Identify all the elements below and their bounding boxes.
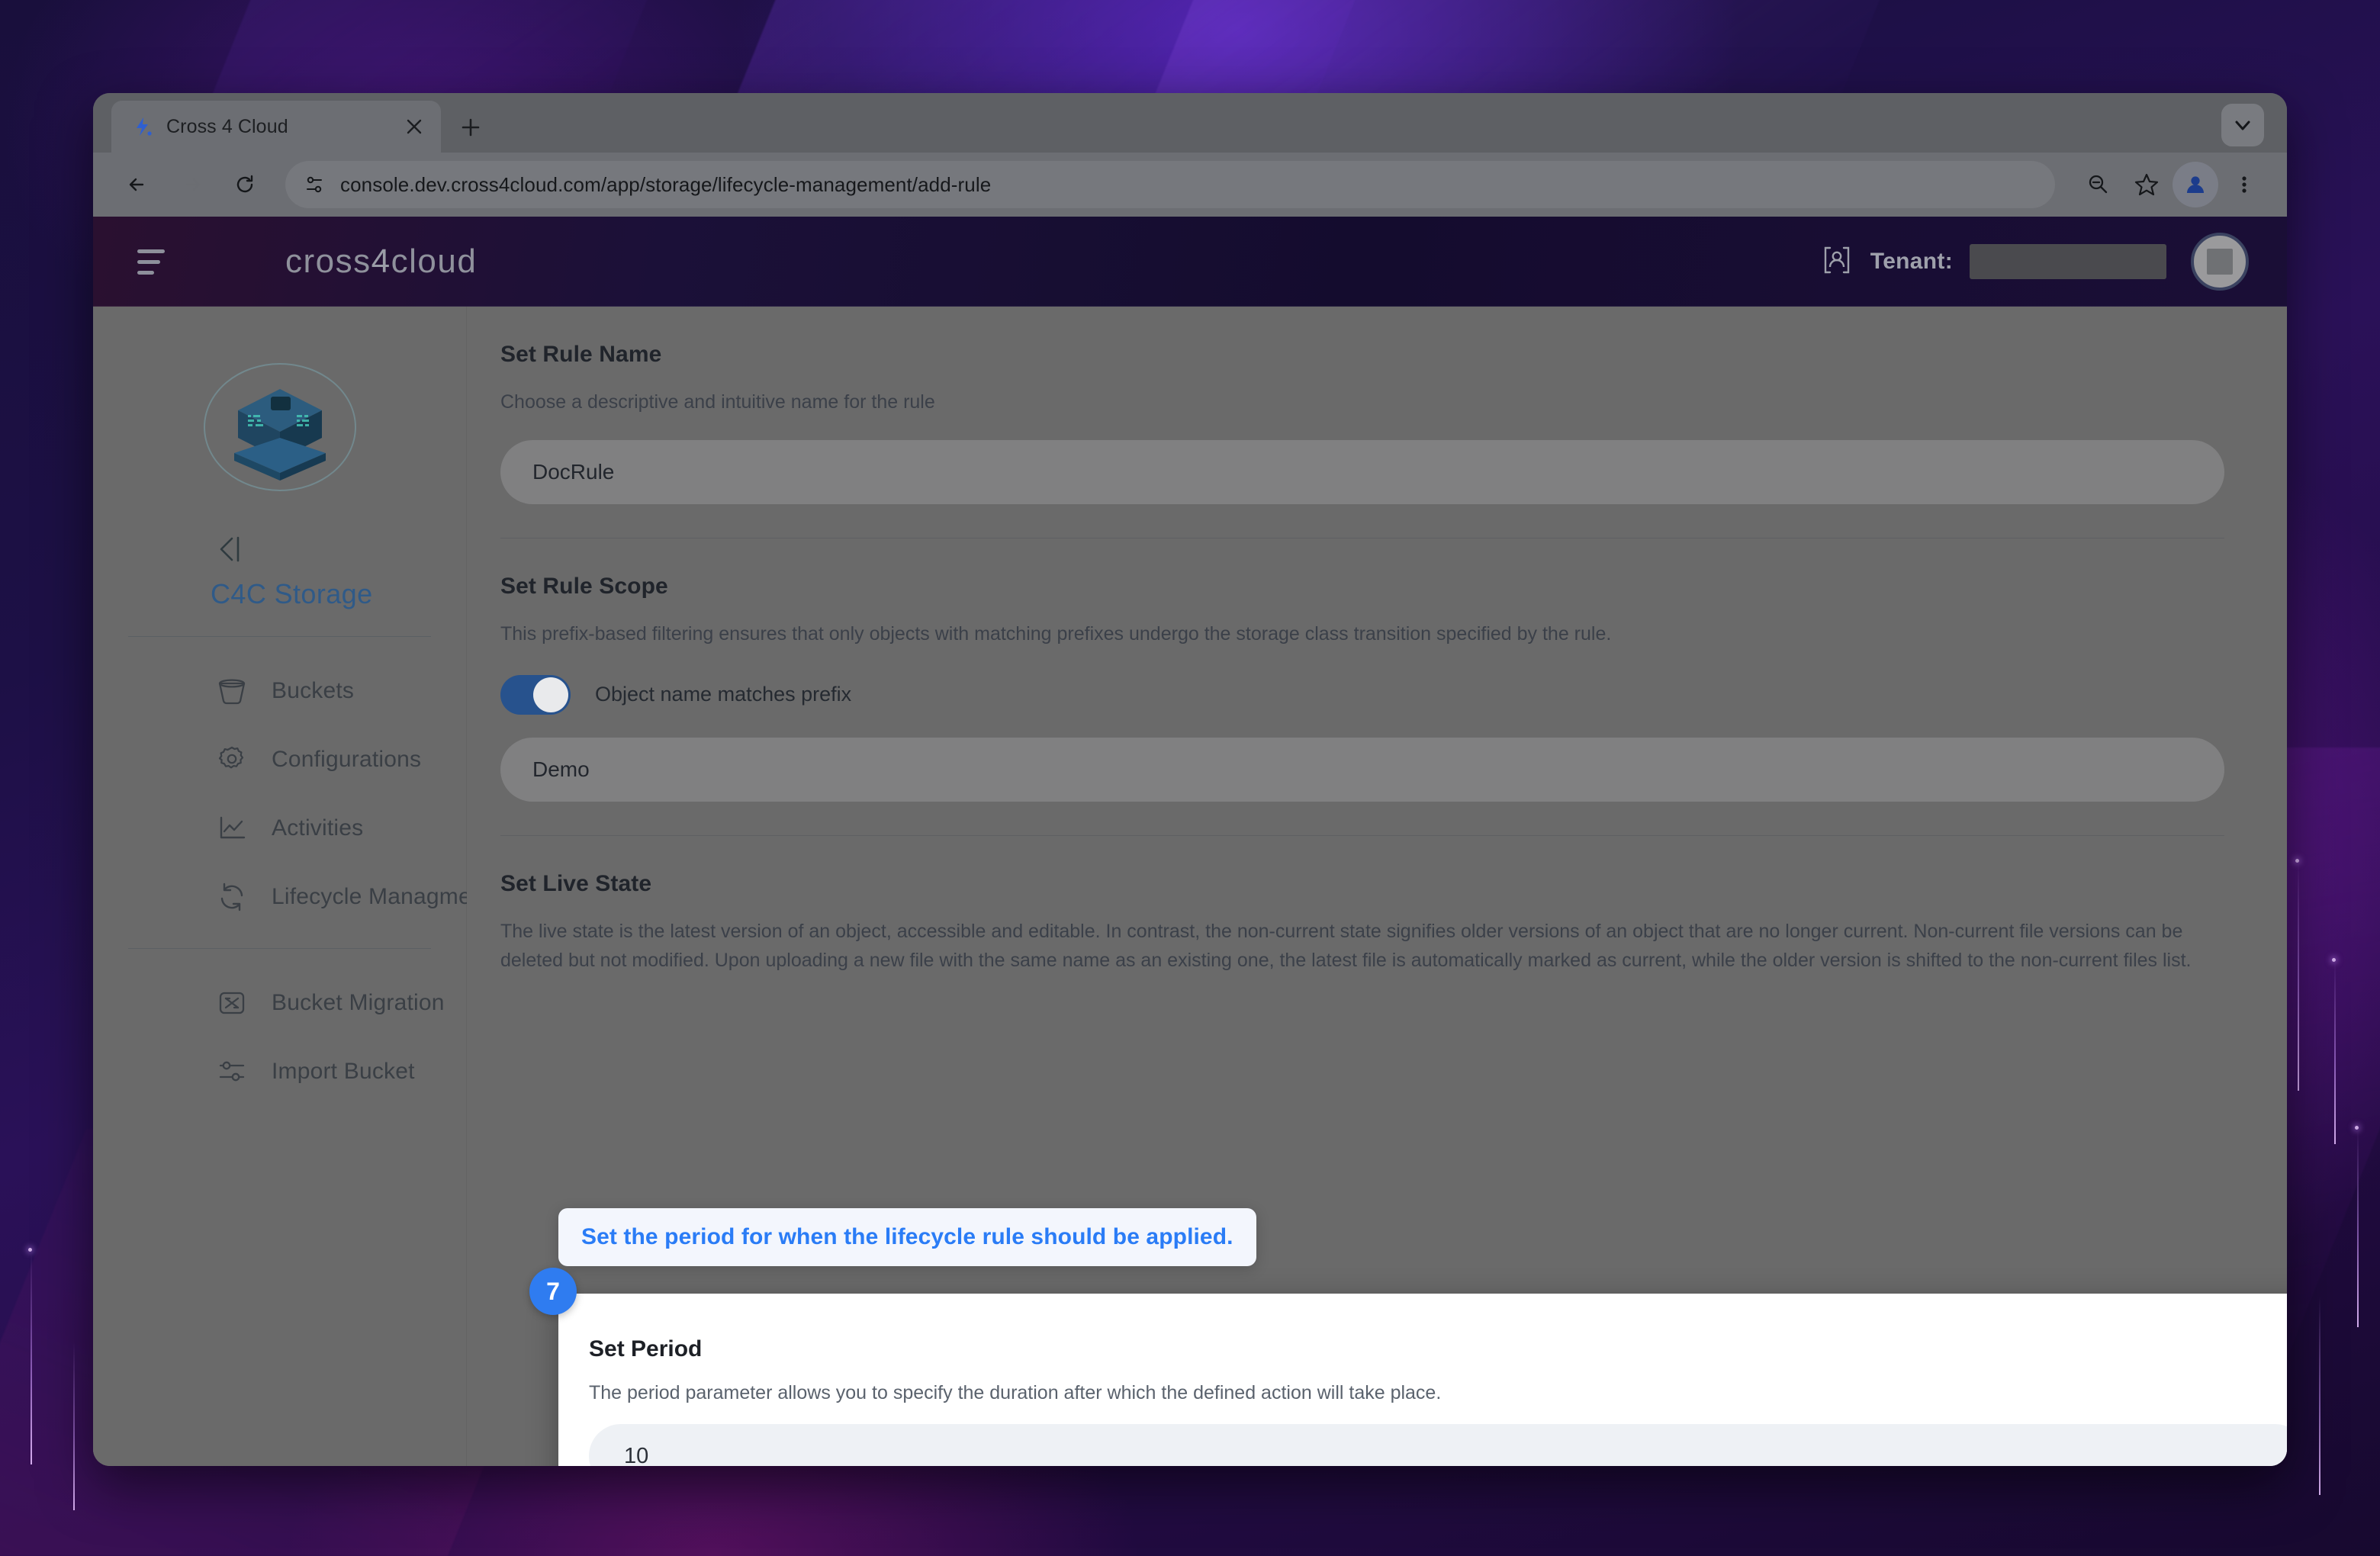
wallpaper-streak — [2357, 1129, 2359, 1327]
section-live-state: Set Live State The live state is the lat… — [500, 834, 2224, 976]
section-description: This prefix-based filtering ensures that… — [500, 622, 1612, 645]
hamburger-menu-icon[interactable] — [137, 240, 180, 283]
prefix-input[interactable]: Demo — [500, 737, 2224, 802]
walkthrough-tooltip-text: Set the period for when the lifecycle ru… — [581, 1224, 1233, 1249]
reload-icon[interactable] — [221, 161, 269, 208]
new-tab-button[interactable] — [450, 107, 491, 148]
three-dots-vertical-icon[interactable] — [2221, 162, 2267, 207]
sidebar-group-secondary: Bucket Migration Import Bucket — [93, 949, 466, 1106]
sidebar-item-label: Buckets — [272, 678, 355, 703]
sidebar-title: C4C Storage — [211, 578, 373, 609]
section-rule-name: Set Rule Name Choose a descriptive and i… — [500, 307, 2224, 538]
app-header: cross 4 cloud Tenant: — [93, 217, 2287, 307]
wallpaper-streak — [2298, 862, 2299, 1091]
avatar-inner — [2207, 249, 2233, 275]
app-body: C4C Storage Buckets Configurations Activ… — [93, 307, 2287, 1466]
section-rule-scope: Set Rule Scope This prefix-based filteri… — [500, 537, 2224, 835]
user-badge-icon — [1820, 243, 1854, 281]
star-icon[interactable] — [2124, 162, 2169, 207]
gear-icon — [215, 743, 249, 776]
wallpaper-dot — [2355, 1126, 2359, 1130]
wallpaper-dot — [2332, 958, 2336, 962]
wallpaper-streak — [31, 1251, 32, 1464]
wallpaper-streak — [2334, 961, 2336, 1144]
form-scroll-area[interactable]: Set Rule Name Choose a descriptive and i… — [467, 307, 2287, 1466]
prefix-toggle-row: Object name matches prefix — [500, 674, 2224, 715]
refresh-cycle-icon — [215, 880, 249, 914]
section-title: Set Rule Name — [500, 342, 662, 367]
rule-name-value: DocRule — [532, 459, 615, 484]
wallpaper-dot — [2295, 859, 2299, 863]
toolbar-actions — [2075, 162, 2267, 207]
period-input[interactable]: 10 — [589, 1424, 2287, 1466]
brand-text-part3: cloud — [391, 243, 478, 280]
person-icon[interactable] — [2173, 162, 2218, 207]
sidebar-item-label: Bucket Migration — [272, 990, 445, 1015]
bucket-icon — [215, 674, 249, 708]
tenant-selector[interactable]: Tenant: — [1820, 243, 2166, 281]
brand-text-part1: cross — [285, 243, 371, 280]
walkthrough-tooltip: Set the period for when the lifecycle ru… — [558, 1208, 1256, 1266]
sliders-icon — [215, 1055, 249, 1088]
arrow-left-icon[interactable] — [114, 161, 162, 208]
browser-tab[interactable]: Cross 4 Cloud — [111, 101, 441, 153]
section-title: Set Period — [589, 1336, 703, 1362]
sidebar-item-configurations[interactable]: Configurations — [93, 725, 466, 794]
section-description: Choose a descriptive and intuitive name … — [500, 391, 935, 413]
arrow-right-icon[interactable] — [168, 161, 215, 208]
tenant-value-redacted — [1970, 244, 2166, 279]
close-icon[interactable] — [401, 114, 427, 140]
web-page: cross 4 cloud Tenant: C4C Storage Bucket… — [93, 217, 2287, 1466]
collapse-sidebar-icon[interactable] — [215, 532, 255, 566]
wallpaper-dot — [28, 1248, 32, 1252]
wallpaper-streak — [2319, 1297, 2320, 1495]
sidebar-group-primary: Buckets Configurations Activities Lifecy… — [93, 637, 490, 931]
section-description: The period parameter allows you to speci… — [589, 1382, 1442, 1403]
section-description: The live state is the latest version of … — [500, 920, 2192, 972]
brand-text-part2: 4 — [371, 243, 391, 280]
sidebar-item-buckets[interactable]: Buckets — [93, 657, 466, 725]
migration-icon — [215, 986, 249, 1020]
main-content: Set Rule Name Choose a descriptive and i… — [467, 307, 2287, 1466]
sidebar-item-label: Import Bucket — [272, 1059, 415, 1084]
sidebar-item-label: Lifecycle Managment — [272, 884, 491, 909]
desktop-wallpaper: Cross 4 Cloud console.dev.cross4cloud.co… — [0, 0, 2380, 1556]
browser-toolbar: console.dev.cross4cloud.com/app/storage/… — [93, 153, 2287, 217]
period-value: 10 — [624, 1443, 649, 1467]
brand-logo: cross 4 cloud — [285, 243, 477, 281]
activity-chart-icon — [215, 812, 249, 845]
address-bar[interactable]: console.dev.cross4cloud.com/app/storage/… — [285, 161, 2055, 208]
sidebar: C4C Storage Buckets Configurations Activ… — [93, 307, 490, 1466]
sidebar-item-label: Configurations — [272, 747, 422, 772]
walkthrough-step-badge: 7 — [529, 1268, 577, 1315]
tune-settings-icon[interactable] — [293, 163, 336, 206]
browser-tab-title: Cross 4 Cloud — [166, 115, 288, 137]
toggle-knob — [533, 677, 568, 712]
chevron-down-icon[interactable] — [2221, 104, 2264, 146]
wallpaper-streak — [73, 1342, 75, 1510]
browser-window: Cross 4 Cloud console.dev.cross4cloud.co… — [93, 93, 2287, 1466]
sidebar-item-label: Activities — [272, 815, 364, 841]
sidebar-item-activities[interactable]: Activities — [93, 794, 466, 863]
section-title: Set Live State — [500, 870, 652, 896]
toggle-label: Object name matches prefix — [595, 683, 852, 706]
section-set-period: Set Period The period parameter allows y… — [558, 1294, 2287, 1466]
prefix-value: Demo — [532, 757, 590, 781]
avatar[interactable] — [2191, 233, 2249, 291]
zoom-out-icon[interactable] — [2075, 162, 2121, 207]
object-name-prefix-toggle[interactable] — [500, 674, 571, 715]
sidebar-item-lifecycle-management[interactable]: Lifecycle Managment — [93, 863, 490, 931]
address-bar-url: console.dev.cross4cloud.com/app/storage/… — [340, 172, 992, 196]
sidebar-item-bucket-migration[interactable]: Bucket Migration — [93, 969, 466, 1037]
storage-cube-icon — [203, 352, 356, 505]
browser-tab-strip: Cross 4 Cloud — [93, 93, 2287, 153]
section-title: Set Rule Scope — [500, 573, 668, 599]
rule-name-input[interactable]: DocRule — [500, 439, 2224, 504]
cross4cloud-logo-icon — [131, 115, 154, 138]
sidebar-item-import-bucket[interactable]: Import Bucket — [93, 1037, 466, 1106]
tenant-label: Tenant: — [1870, 249, 1953, 274]
